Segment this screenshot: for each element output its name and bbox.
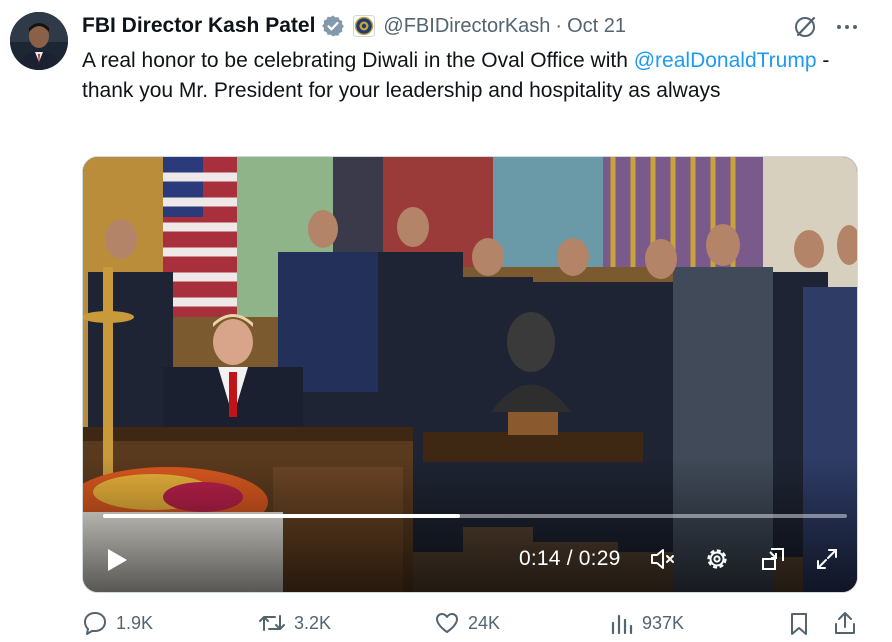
fullscreen-icon[interactable]	[813, 545, 841, 573]
mute-icon[interactable]	[649, 545, 677, 573]
settings-icon[interactable]	[703, 545, 731, 573]
grok-icon[interactable]	[792, 14, 818, 40]
video-progress-fill	[103, 514, 461, 518]
play-icon[interactable]	[101, 545, 131, 575]
separator-dot: ·	[555, 14, 563, 37]
share-icon[interactable]	[832, 610, 858, 641]
repost-count: 3.2K	[294, 612, 332, 633]
mention-link[interactable]: @realDonaldTrump	[634, 49, 817, 72]
author-name[interactable]: FBI Director Kash Patel	[82, 14, 315, 38]
views-count: 937K	[642, 612, 685, 633]
verified-badge-icon[interactable]	[321, 14, 345, 38]
like-button[interactable]: 24K	[434, 610, 500, 636]
views-icon	[611, 614, 633, 635]
fbi-seal-icon[interactable]	[353, 15, 376, 37]
tweet-timestamp[interactable]: Oct 21	[567, 15, 626, 38]
more-icon[interactable]	[834, 14, 860, 40]
tweet-text-start: A real honor to be celebrating Diwali in…	[82, 49, 634, 72]
tweet-text: A real honor to be celebrating Diwali in…	[82, 46, 842, 106]
tweet-actions: 1.9K 3.2K 24K 937K	[82, 610, 862, 642]
video-progress-bar[interactable]	[103, 514, 847, 518]
author-handle[interactable]: @FBIDirectorKash	[383, 15, 550, 38]
bookmark-icon[interactable]	[788, 611, 810, 642]
video-player[interactable]: 0:14 / 0:29	[82, 156, 858, 593]
reply-count: 1.9K	[116, 612, 154, 633]
like-count: 24K	[468, 612, 501, 633]
like-icon	[436, 613, 458, 633]
reply-icon	[84, 612, 106, 635]
tweet-header: FBI Director Kash Patel @FBIDirectorKash…	[82, 12, 626, 40]
author-avatar[interactable]	[10, 12, 68, 70]
video-timecode: 0:14 / 0:29	[519, 547, 621, 570]
video-frame	[83, 157, 857, 592]
reply-button[interactable]: 1.9K	[82, 610, 153, 636]
pip-icon[interactable]	[759, 545, 787, 573]
repost-button[interactable]: 3.2K	[258, 610, 331, 636]
repost-icon	[259, 615, 285, 631]
views-button[interactable]: 937K	[610, 610, 684, 636]
